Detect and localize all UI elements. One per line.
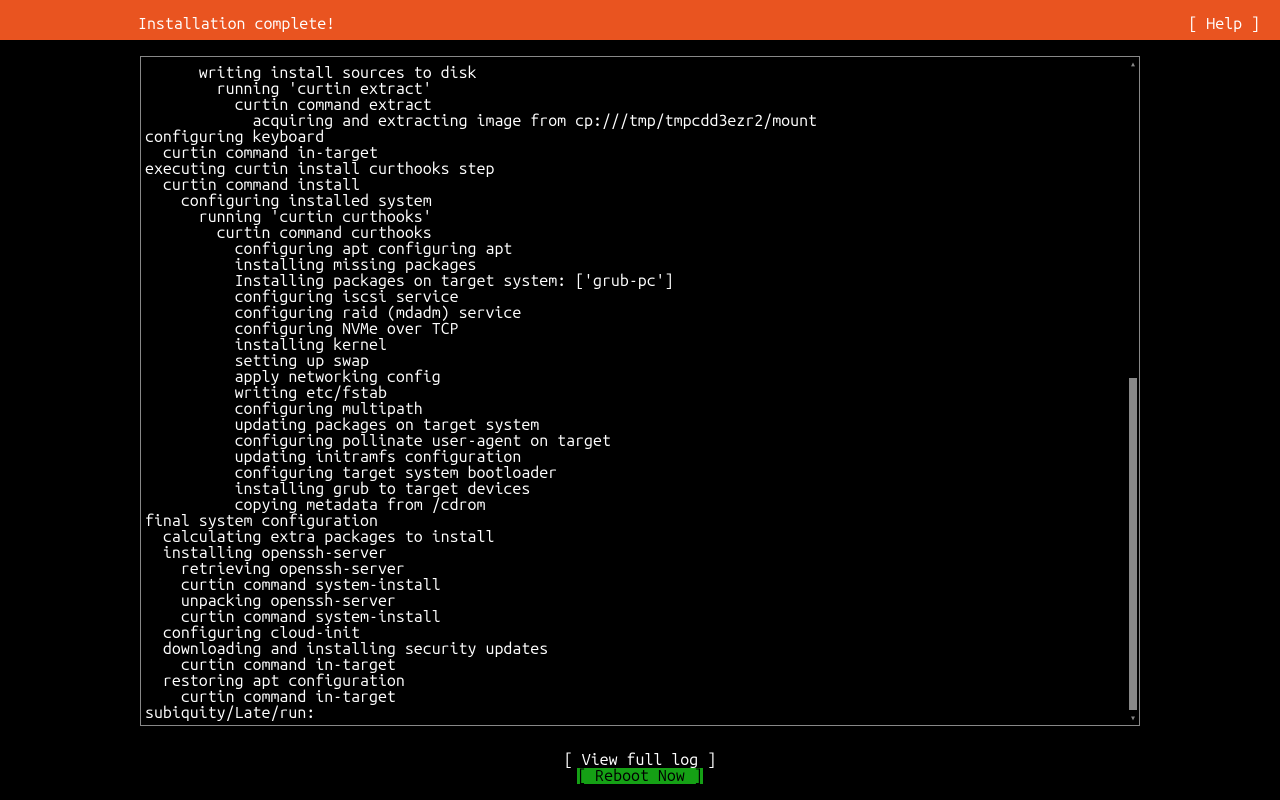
log-line: setting up swap — [145, 353, 1127, 369]
log-line: subiquity/Late/run: — [145, 705, 1127, 721]
log-line: configuring target system bootloader — [145, 465, 1127, 481]
log-line: curtin command in-target — [145, 657, 1127, 673]
help-button[interactable]: [ Help ] — [1188, 8, 1260, 40]
log-line: installing kernel — [145, 337, 1127, 353]
log-line: curtin command extract — [145, 97, 1127, 113]
scroll-up-arrow-icon[interactable]: ▴ — [1129, 59, 1137, 69]
log-line: final system configuration — [145, 513, 1127, 529]
scroll-thumb[interactable] — [1129, 378, 1137, 710]
log-line: installing grub to target devices — [145, 481, 1127, 497]
scroll-down-arrow-icon[interactable]: ▾ — [1129, 713, 1137, 723]
log-line: Installing packages on target system: ['… — [145, 273, 1127, 289]
page-title: Installation complete! — [138, 8, 335, 40]
header-bar: Installation complete! [ Help ] — [0, 8, 1280, 40]
log-line: restoring apt configuration — [145, 673, 1127, 689]
log-line: writing install sources to disk — [145, 65, 1127, 81]
log-line: configuring cloud-init — [145, 625, 1127, 641]
reboot-now-button[interactable]: [ Reboot Now ] — [577, 768, 702, 784]
view-full-log-button[interactable]: [ View full log ] — [564, 752, 716, 768]
log-line: running 'curtin extract' — [145, 81, 1127, 97]
log-line: acquiring and extracting image from cp:/… — [145, 113, 1127, 129]
log-line: curtin command install — [145, 177, 1127, 193]
footer-buttons: [ View full log ] [ Reboot Now ] — [0, 752, 1280, 784]
log-line: configuring NVMe over TCP — [145, 321, 1127, 337]
log-line: retrieving openssh-server — [145, 561, 1127, 577]
log-line: configuring installed system — [145, 193, 1127, 209]
log-line: apply networking config — [145, 369, 1127, 385]
log-line: downloading and installing security upda… — [145, 641, 1127, 657]
log-line: curtin command in-target — [145, 689, 1127, 705]
log-line: updating initramfs configuration — [145, 449, 1127, 465]
window-top-strip — [0, 0, 1280, 8]
log-scrollbar[interactable]: ▴ ▾ — [1129, 59, 1137, 723]
log-line: calculating extra packages to install — [145, 529, 1127, 545]
log-line: executing curtin install curthooks step — [145, 161, 1127, 177]
log-line: configuring apt configuring apt — [145, 241, 1127, 257]
log-line: curtin command system-install — [145, 609, 1127, 625]
log-line: copying metadata from /cdrom — [145, 497, 1127, 513]
log-line: configuring iscsi service — [145, 289, 1127, 305]
install-log-panel: writing install sources to disk running … — [140, 56, 1140, 726]
log-line: updating packages on target system — [145, 417, 1127, 433]
log-line: curtin command in-target — [145, 145, 1127, 161]
log-line: configuring multipath — [145, 401, 1127, 417]
log-line: writing etc/fstab — [145, 385, 1127, 401]
log-line: unpacking openssh-server — [145, 593, 1127, 609]
log-line: curtin command curthooks — [145, 225, 1127, 241]
log-line: installing missing packages — [145, 257, 1127, 273]
install-log-content: writing install sources to disk running … — [145, 57, 1127, 725]
log-line: running 'curtin curthooks' — [145, 209, 1127, 225]
log-line: installing openssh-server — [145, 545, 1127, 561]
log-line: configuring keyboard — [145, 129, 1127, 145]
log-line: curtin command system-install — [145, 577, 1127, 593]
log-line: configuring pollinate user-agent on targ… — [145, 433, 1127, 449]
log-line: configuring raid (mdadm) service — [145, 305, 1127, 321]
